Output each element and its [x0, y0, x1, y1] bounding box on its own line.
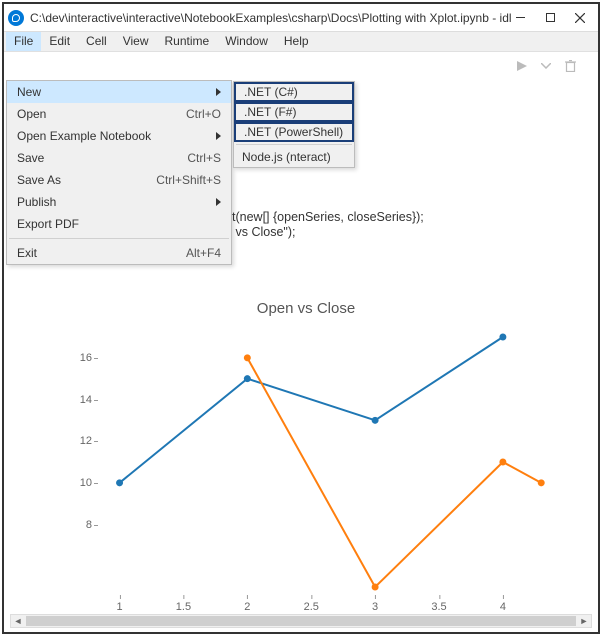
chart-output: Open vs Close 8 10 12 14 16 1 1.5 2 2.5 3 3.5 4 [34, 300, 578, 617]
menu-view[interactable]: View [115, 32, 157, 51]
minimize-button[interactable] [512, 10, 528, 26]
menuitem-shortcut: Ctrl+Shift+S [156, 173, 221, 187]
submenu-label: Node.js (nteract) [242, 150, 331, 164]
menuitem-label: New [17, 85, 210, 99]
menuitem-label: Publish [17, 195, 210, 209]
menuitem-save-as[interactable]: Save As Ctrl+Shift+S [7, 169, 231, 191]
x-tick: 3.5 [431, 601, 446, 613]
menuitem-label: Exit [17, 246, 186, 260]
menuitem-shortcut: Ctrl+O [186, 107, 221, 121]
x-tick: 3 [372, 601, 378, 613]
x-tick: 1.5 [176, 601, 191, 613]
submenu-item-nodejs-nteract[interactable]: Node.js (nteract) [234, 147, 354, 167]
menuitem-open-example[interactable]: Open Example Notebook [7, 125, 231, 147]
menu-file[interactable]: File [6, 32, 41, 51]
y-tick: 10 [66, 477, 92, 489]
menuitem-open[interactable]: Open Ctrl+O [7, 103, 231, 125]
menu-window[interactable]: Window [217, 32, 276, 51]
menuitem-label: Open [17, 107, 186, 121]
new-submenu: .NET (C#) .NET (F#) .NET (PowerShell) No… [233, 81, 355, 168]
y-tick: 12 [66, 435, 92, 447]
chevron-down-icon[interactable] [538, 58, 554, 74]
window-title: C:\dev\interactive\interactive\NotebookE… [30, 11, 512, 25]
menu-runtime[interactable]: Runtime [157, 32, 218, 51]
menu-separator [236, 144, 352, 145]
trash-icon[interactable] [562, 58, 578, 74]
submenu-arrow-icon [216, 88, 221, 96]
menuitem-label: Save [17, 151, 187, 165]
toolbar [4, 52, 598, 80]
chart: 810121416 11.522.533.54 [94, 337, 554, 617]
code-cell[interactable]: t(new[] {openSeries, closeSeries}); vs C… [232, 210, 424, 240]
menuitem-publish[interactable]: Publish [7, 191, 231, 213]
menuitem-label: Save As [17, 173, 156, 187]
y-axis: 8 10 12 14 16 [66, 337, 92, 587]
scroll-thumb[interactable] [26, 616, 576, 626]
menu-cell[interactable]: Cell [78, 32, 115, 51]
run-icon[interactable] [514, 58, 530, 74]
y-tick: 8 [66, 519, 92, 531]
horizontal-scrollbar[interactable]: ◄ ► [10, 614, 592, 628]
menuitem-shortcut: Alt+F4 [186, 246, 221, 260]
x-tick: 2.5 [304, 601, 319, 613]
menuitem-save[interactable]: Save Ctrl+S [7, 147, 231, 169]
menuitem-shortcut: Ctrl+S [187, 151, 221, 165]
plot-area [94, 337, 554, 587]
submenu-item-dotnet-powershell[interactable]: .NET (PowerShell) [234, 122, 354, 142]
submenu-item-dotnet-csharp[interactable]: .NET (C#) [234, 82, 354, 102]
file-menu-dropdown: New Open Ctrl+O Open Example Notebook Sa… [6, 80, 232, 265]
maximize-button[interactable] [542, 10, 558, 26]
submenu-label: .NET (F#) [244, 105, 296, 119]
submenu-label: .NET (C#) [244, 85, 298, 99]
menu-edit[interactable]: Edit [41, 32, 78, 51]
x-tick: 1 [116, 601, 122, 613]
menu-help[interactable]: Help [276, 32, 317, 51]
menuitem-label: Open Example Notebook [17, 129, 210, 143]
x-tick: 4 [500, 601, 506, 613]
y-tick: 16 [66, 352, 92, 364]
code-line: vs Close"); [232, 225, 295, 239]
submenu-item-dotnet-fsharp[interactable]: .NET (F#) [234, 102, 354, 122]
submenu-arrow-icon [216, 132, 221, 140]
content-area: New Open Ctrl+O Open Example Notebook Sa… [4, 80, 598, 632]
menuitem-label: Export PDF [17, 217, 221, 231]
close-button[interactable] [572, 10, 588, 26]
x-tick: 2 [244, 601, 250, 613]
menuitem-export-pdf[interactable]: Export PDF [7, 213, 231, 235]
y-tick: 14 [66, 394, 92, 406]
menuitem-exit[interactable]: Exit Alt+F4 [7, 242, 231, 264]
scroll-left-arrow-icon[interactable]: ◄ [11, 615, 25, 627]
menuitem-new[interactable]: New [7, 81, 231, 103]
menubar: File Edit Cell View Runtime Window Help [4, 32, 598, 52]
scroll-right-arrow-icon[interactable]: ► [577, 615, 591, 627]
submenu-arrow-icon [216, 198, 221, 206]
submenu-label: .NET (PowerShell) [244, 125, 343, 139]
menu-separator [9, 238, 229, 239]
titlebar: C:\dev\interactive\interactive\NotebookE… [4, 4, 598, 32]
code-line: t(new[] {openSeries, closeSeries}); [232, 210, 424, 224]
app-icon [8, 10, 24, 26]
chart-title: Open vs Close [34, 300, 578, 317]
